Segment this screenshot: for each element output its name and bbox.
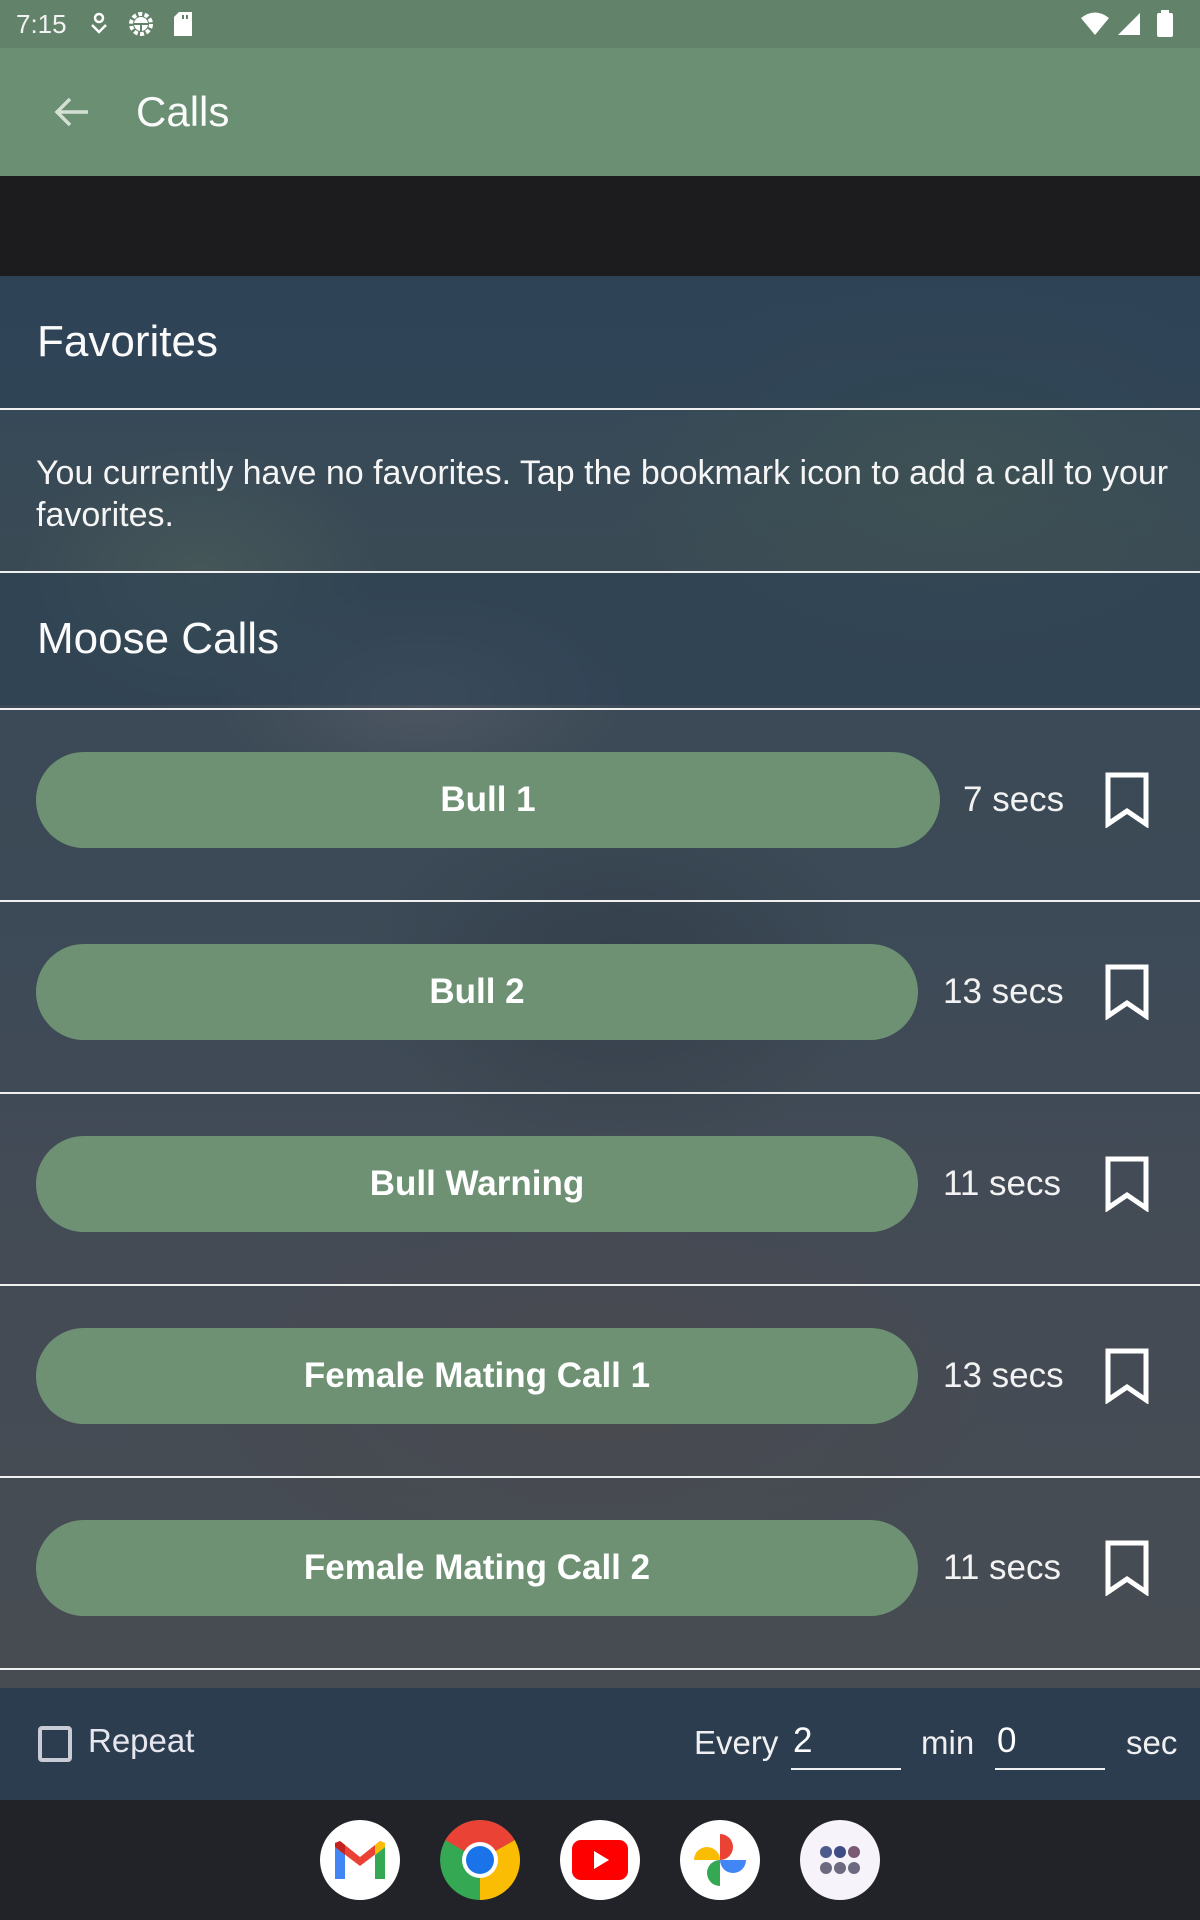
play-call-button[interactable]: Female Mating Call 1 bbox=[36, 1328, 918, 1424]
wifi-icon bbox=[1080, 11, 1110, 42]
play-call-button[interactable]: Bull 2 bbox=[36, 944, 918, 1040]
play-call-button[interactable]: Bull Warning bbox=[36, 1136, 918, 1232]
download-arrow-icon bbox=[85, 10, 113, 38]
moose-calls-title: Moose Calls bbox=[37, 614, 280, 663]
chrome-app[interactable] bbox=[440, 1820, 520, 1900]
play-call-button[interactable]: Bull 1 bbox=[36, 752, 940, 848]
call-row: Bull 2 13 secs bbox=[0, 902, 1200, 1092]
back-button[interactable] bbox=[40, 80, 104, 144]
min-label: min bbox=[921, 1724, 975, 1761]
cell-signal-icon bbox=[1116, 11, 1142, 42]
ad-banner-area bbox=[0, 176, 1200, 276]
bookmark-icon[interactable] bbox=[1104, 772, 1150, 828]
app-drawer-icon bbox=[820, 1846, 860, 1874]
battery-icon bbox=[1156, 10, 1174, 43]
play-call-button[interactable]: Female Mating Call 2 bbox=[36, 1520, 918, 1616]
bookmark-icon[interactable] bbox=[1104, 964, 1150, 1020]
bookmark-icon[interactable] bbox=[1104, 1348, 1150, 1404]
sec-label: sec bbox=[1126, 1724, 1178, 1761]
call-row: Female Mating Call 1 13 secs bbox=[0, 1286, 1200, 1476]
favorites-header: Favorites bbox=[0, 276, 1200, 408]
app-dock bbox=[0, 1800, 1200, 1920]
call-duration: 13 secs bbox=[943, 1356, 1064, 1395]
youtube-app[interactable] bbox=[560, 1820, 640, 1900]
arrow-back-icon bbox=[54, 97, 88, 127]
youtube-icon bbox=[572, 1840, 628, 1880]
call-row: Bull 1 7 secs bbox=[0, 710, 1200, 900]
favorites-empty-message: You currently have no favorites. Tap the… bbox=[36, 454, 1169, 534]
photos-app[interactable] bbox=[680, 1820, 760, 1900]
call-duration: 13 secs bbox=[943, 972, 1064, 1011]
seconds-input[interactable] bbox=[995, 1714, 1105, 1770]
repeat-label[interactable]: Repeat bbox=[88, 1722, 194, 1760]
status-time: 7:15 bbox=[16, 8, 67, 39]
call-row: Female Mating Call 2 11 secs bbox=[0, 1478, 1200, 1668]
call-duration: 7 secs bbox=[963, 780, 1065, 819]
calls-list[interactable]: Favorites You currently have no favorite… bbox=[0, 276, 1200, 1688]
divider bbox=[0, 1668, 1200, 1670]
every-label: Every bbox=[694, 1724, 779, 1761]
page-title: Calls bbox=[136, 88, 230, 135]
call-duration: 11 secs bbox=[943, 1164, 1062, 1203]
sd-card-icon bbox=[169, 10, 197, 38]
divider bbox=[0, 408, 1200, 410]
photos-icon bbox=[694, 1834, 746, 1886]
bookmark-icon[interactable] bbox=[1104, 1156, 1150, 1212]
gmail-icon bbox=[335, 1841, 385, 1879]
minutes-input[interactable] bbox=[791, 1714, 901, 1770]
repeat-checkbox[interactable] bbox=[38, 1726, 72, 1762]
favorites-title: Favorites bbox=[37, 317, 218, 366]
app-bar: Calls bbox=[0, 48, 1200, 176]
call-row: Bull Warning 11 secs bbox=[0, 1094, 1200, 1284]
gmail-app[interactable] bbox=[320, 1820, 400, 1900]
app-drawer-button[interactable] bbox=[800, 1820, 880, 1900]
android-settings-icon bbox=[127, 10, 155, 38]
chrome-icon bbox=[440, 1820, 520, 1900]
call-duration: 11 secs bbox=[943, 1548, 1062, 1587]
bookmark-icon[interactable] bbox=[1104, 1540, 1150, 1596]
repeat-bar: Repeat Every min sec bbox=[0, 1688, 1200, 1800]
moose-calls-header: Moose Calls bbox=[0, 573, 1200, 705]
status-bar: 7:15 bbox=[0, 0, 1200, 48]
